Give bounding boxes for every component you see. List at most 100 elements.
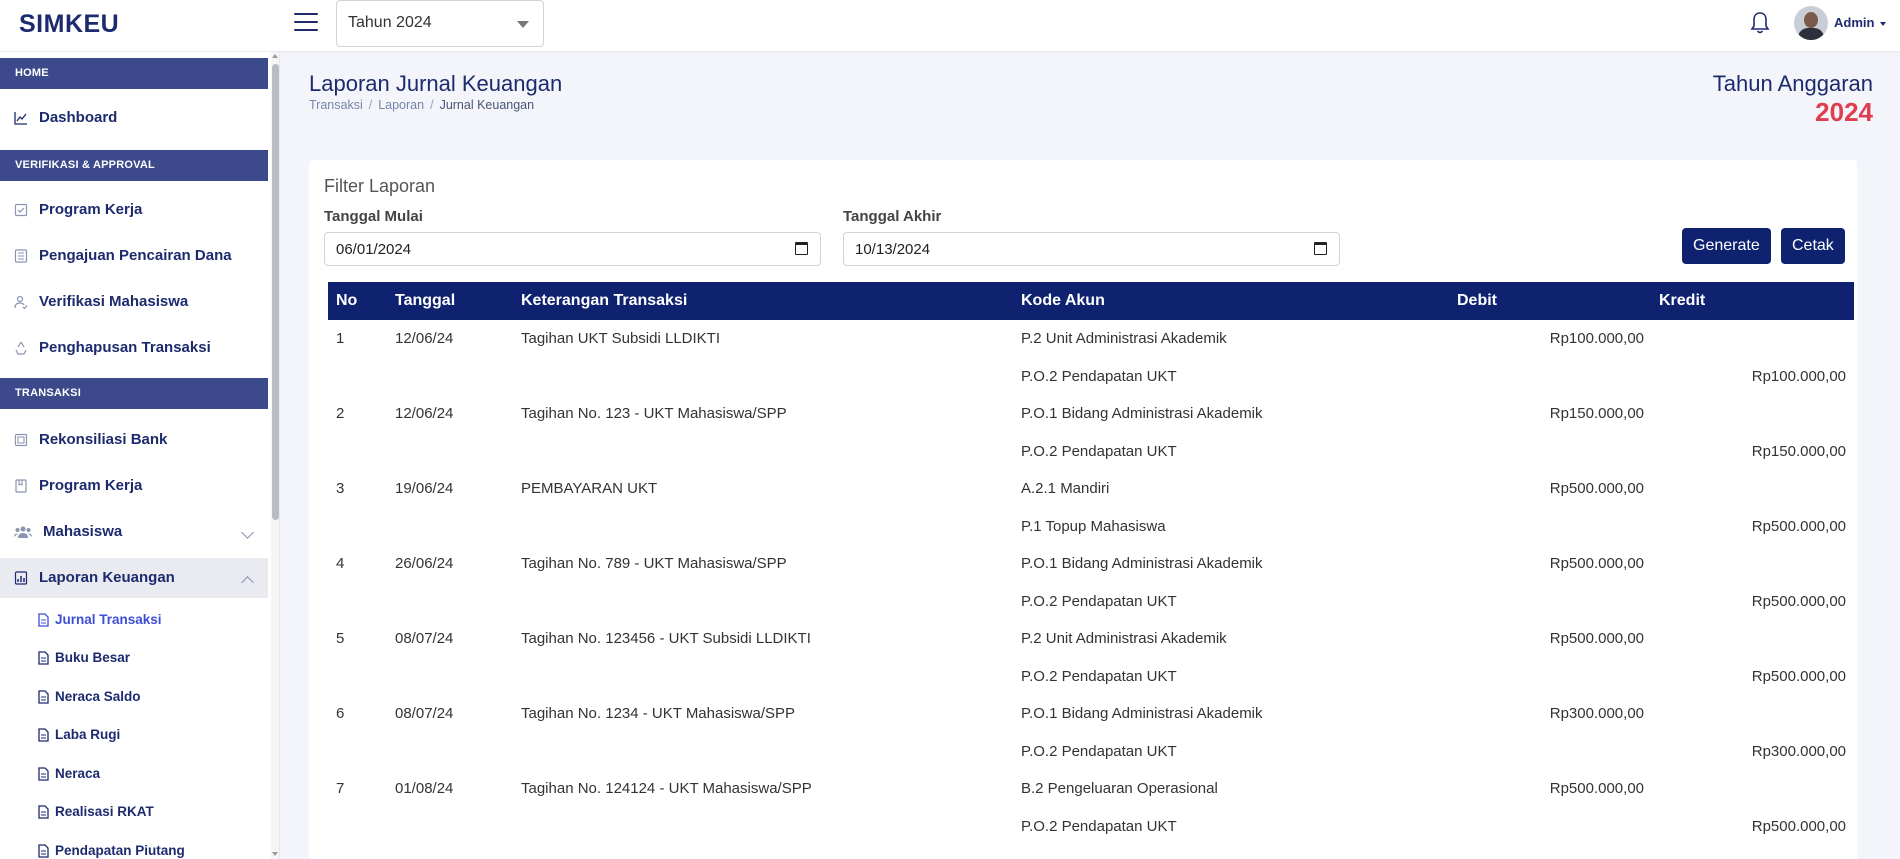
section-transaksi: TRANSAKSI	[0, 378, 268, 409]
scroll-up-icon[interactable]	[272, 54, 278, 58]
breadcrumb-separator: /	[368, 98, 373, 112]
avatar[interactable]	[1794, 6, 1828, 40]
sidebar-subitem-neraca-saldo[interactable]: Neraca Saldo	[0, 678, 268, 716]
menu-toggle-icon[interactable]	[294, 13, 318, 33]
users-icon	[14, 526, 32, 538]
breadcrumb-link[interactable]: Laporan	[378, 98, 424, 112]
tahun-anggaran-value: 2024	[1815, 97, 1873, 127]
start-date-label: Tanggal Mulai	[324, 208, 423, 225]
cell-tanggal: 01/08/24	[395, 780, 454, 797]
column-header-kode-akun: Kode Akun	[1021, 292, 1105, 309]
sidebar-item-mahasiswa[interactable]: Mahasiswa	[0, 512, 268, 552]
generate-button[interactable]: Generate	[1682, 228, 1771, 264]
start-date-input[interactable]: 06/01/2024	[324, 232, 821, 266]
sidebar-subitem-laba-rugi[interactable]: Laba Rugi	[0, 716, 268, 754]
user-name: Admin	[1834, 15, 1875, 30]
calendar-icon[interactable]	[1314, 242, 1327, 255]
sidebar-item-laporan-keuangan[interactable]: Laporan Keuangan	[0, 558, 268, 598]
cell-debit: Rp100.000,00	[1549, 330, 1644, 347]
cetak-button[interactable]: Cetak	[1781, 228, 1845, 264]
sidebar-item-label: Laporan Keuangan	[39, 569, 175, 586]
sidebar-item-program-kerja[interactable]: Program Kerja	[0, 190, 268, 230]
cell-kode-akun: P.O.2 Pendapatan UKT	[1021, 667, 1177, 685]
cell-keterangan: Tagihan No. 123 - UKT Mahasiswa/SPP	[521, 405, 787, 422]
chevron-down-icon	[241, 526, 254, 539]
caret-down-icon	[1880, 21, 1887, 26]
sidebar-item-dashboard[interactable]: Dashboard	[0, 98, 268, 138]
scroll-down-icon[interactable]	[272, 852, 278, 856]
cell-debit: Rp500.000,00	[1549, 480, 1644, 497]
sidebar-item-pengajuan[interactable]: Pengajuan Pencairan Dana	[0, 236, 268, 276]
cell-kode-akun: P.O.2 Pendapatan UKT	[1021, 442, 1177, 460]
sidebar-item-label: Verifikasi Mahasiswa	[39, 293, 189, 310]
table-row: P.O.2 Pendapatan UKT Rp500.000,00	[328, 658, 1854, 695]
cell-tanggal: 26/06/24	[395, 555, 454, 572]
start-date-value: 06/01/2024	[336, 241, 412, 258]
tahun-anggaran-label: Tahun Anggaran	[1712, 71, 1873, 96]
sidebar-subitem-realisasi-rkat[interactable]: Realisasi RKAT	[0, 793, 268, 831]
sidebar-item-penghapusan[interactable]: Penghapusan Transaksi	[0, 328, 268, 368]
sidebar-subitem-label: Neraca	[55, 766, 101, 781]
sidebar-item-rekonsiliasi[interactable]: Rekonsiliasi Bank	[0, 420, 268, 460]
cell-kredit: Rp300.000,00	[1751, 742, 1846, 760]
checklist-icon	[14, 203, 28, 217]
table-row: 5 08/07/24 Tagihan No. 123456 - UKT Subsid…	[328, 620, 1854, 657]
sidebar-subitem-jurnal-transaksi[interactable]: Jurnal Transaksi	[0, 601, 268, 639]
cell-tanggal: 08/07/24	[395, 630, 454, 647]
report-chart-icon	[14, 571, 28, 585]
cell-kode-akun: P.O.1 Bidang Administrasi Akademik	[1021, 555, 1263, 572]
sidebar-item-program-kerja-2[interactable]: Program Kerja	[0, 466, 268, 506]
cell-kode-akun: P.O.2 Pendapatan UKT	[1021, 367, 1177, 385]
cell-debit: Rp150.000,00	[1549, 405, 1644, 422]
cell-no: 1	[336, 330, 345, 347]
cell-keterangan: Tagihan No. 1234 - UKT Mahasiswa/SPP	[521, 705, 796, 722]
chart-line-icon	[14, 112, 27, 125]
cell-kredit: Rp500.000,00	[1751, 667, 1846, 685]
caret-down-icon	[517, 21, 529, 28]
file-icon	[38, 728, 49, 742]
cell-kredit: Rp150.000,00	[1751, 442, 1846, 460]
sidebar-item-label: Penghapusan Transaksi	[39, 339, 211, 356]
file-icon	[38, 844, 49, 858]
breadcrumb-link[interactable]: Transaksi	[309, 98, 363, 112]
column-header-no: No	[336, 292, 358, 309]
table-row: P.O.2 Pendapatan UKT Rp150.000,00	[328, 433, 1854, 470]
column-header-debit: Debit	[1457, 292, 1497, 309]
end-date-input[interactable]: 10/13/2024	[843, 232, 1340, 266]
sidebar-item-label: Program Kerja	[39, 201, 143, 218]
bank-card-icon	[14, 433, 28, 447]
cell-keterangan: Tagihan No. 789 - UKT Mahasiswa/SPP	[521, 555, 787, 572]
sidebar-subitem-neraca[interactable]: Neraca	[0, 755, 268, 793]
brand-logo[interactable]: SIMKEU	[19, 10, 119, 39]
document-list-icon	[14, 249, 28, 263]
cell-kode-akun: A.2.1 Mandiri	[1021, 480, 1110, 497]
file-icon	[38, 805, 49, 819]
sidebar-item-label: Dashboard	[39, 109, 118, 126]
bell-icon[interactable]	[1749, 11, 1771, 35]
sidebar-subitem-buku-besar[interactable]: Buku Besar	[0, 639, 268, 677]
sidebar-subitem-label: Neraca Saldo	[55, 689, 141, 704]
cell-no: 6	[336, 705, 345, 722]
table-row: 1 12/06/24 Tagihan UKT Subsidi LLDIKTI P.2 …	[328, 320, 1854, 357]
sidebar-subitem-label: Jurnal Transaksi	[55, 612, 162, 627]
user-check-icon	[14, 295, 28, 309]
column-header-tanggal: Tanggal	[395, 292, 456, 309]
cell-kode-akun: P.1 Topup Mahasiswa	[1021, 517, 1166, 535]
cell-tanggal: 19/06/24	[395, 480, 454, 497]
cell-debit: Rp300.000,00	[1549, 705, 1644, 722]
file-icon	[38, 767, 49, 781]
sidebar: HOME Dashboard VERIFIKASI & APPROVAL Pro…	[0, 52, 280, 859]
calendar-icon[interactable]	[795, 242, 808, 255]
scrollbar-thumb[interactable]	[272, 64, 279, 520]
year-select[interactable]: Tahun 2024	[336, 0, 544, 47]
table-row: 4 26/06/24 Tagihan No. 789 - UKT Mahasiswa…	[328, 545, 1854, 582]
sidebar-scrollbar[interactable]	[271, 52, 279, 859]
table-header: No Tanggal Keterangan Transaksi Kode Aku…	[328, 282, 1854, 320]
sidebar-item-label: Program Kerja	[39, 477, 143, 494]
user-menu[interactable]: Admin	[1834, 15, 1887, 30]
sidebar-subitem-pendapatan-piutang[interactable]: Pendapatan Piutang	[0, 832, 268, 859]
cell-kode-akun: P.O.2 Pendapatan UKT	[1021, 742, 1177, 760]
cell-kredit: Rp500.000,00	[1751, 817, 1846, 835]
sidebar-item-verifikasi-mahasiswa[interactable]: Verifikasi Mahasiswa	[0, 282, 268, 322]
sidebar-subitem-label: Realisasi RKAT	[55, 804, 154, 819]
